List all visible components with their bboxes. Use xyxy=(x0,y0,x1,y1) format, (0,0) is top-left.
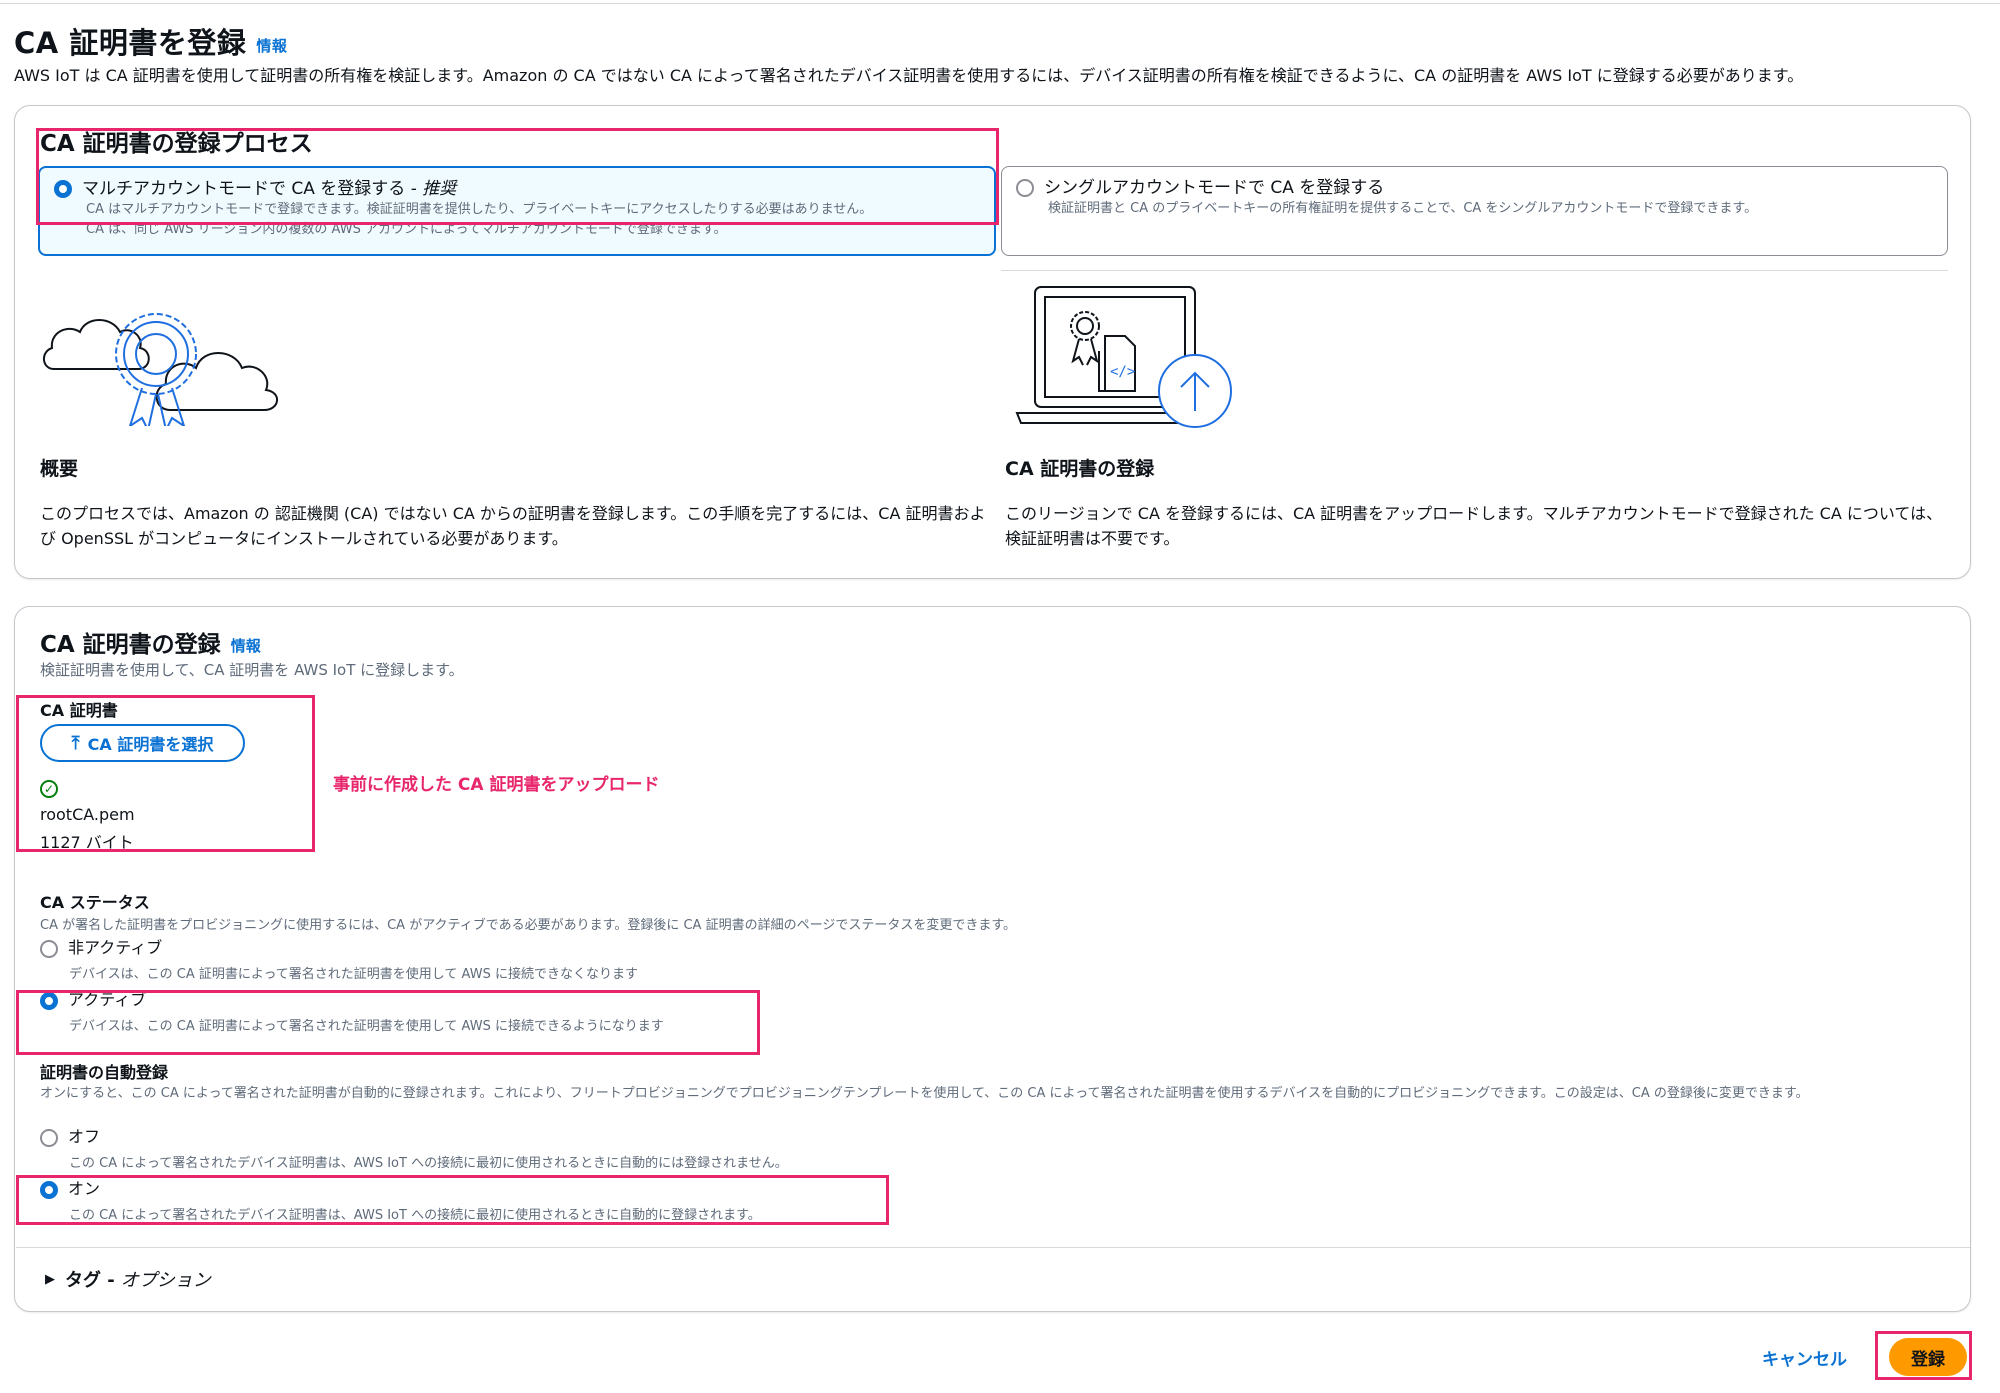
register-button[interactable]: 登録 xyxy=(1889,1338,1967,1376)
auto-off-option[interactable]: オフ xyxy=(40,1127,100,1147)
single-account-radio[interactable] xyxy=(1016,179,1034,197)
upload-annotation: 事前に作成した CA 証明書をアップロード xyxy=(333,775,660,795)
single-account-label: シングルアカウントモードで CA を登録する xyxy=(1044,178,1385,198)
status-inactive-option[interactable]: 非アクティブ xyxy=(40,938,162,958)
ca-status-label: CA ステータス xyxy=(40,893,150,912)
register-title: CA 証明書の登録 情報 xyxy=(40,625,261,659)
laptop-upload-illustration: </> xyxy=(1015,286,1232,428)
tags-divider xyxy=(16,1247,1970,1248)
auto-off-radio[interactable] xyxy=(40,1129,58,1147)
auto-registration-desc: オンにすると、この CA によって署名された証明書が自動的に登録されます。これに… xyxy=(40,1086,1809,1101)
check-circle-icon: ✓ xyxy=(40,780,58,798)
register-description: 検証証明書を使用して、CA 証明書を AWS IoT に登録します。 xyxy=(40,661,464,679)
ca-status-desc: CA が署名した証明書をプロビジョニングに使用するには、CA がアクティブである… xyxy=(40,918,1017,933)
status-inactive-radio[interactable] xyxy=(40,940,58,958)
register-ca-panel: CA 証明書の登録 情報 検証証明書を使用して、CA 証明書を AWS IoT に… xyxy=(14,606,1971,1312)
tags-optional-label: オプション xyxy=(120,1270,211,1291)
status-inactive-label: 非アクティブ xyxy=(68,938,163,957)
tags-label: タグ - xyxy=(65,1270,115,1291)
registration-process-panel: CA 証明書の登録プロセス マルチアカウントモードで CA を登録する - 推奨… xyxy=(14,105,1971,579)
tags-expander[interactable]: ▶ タグ - オプション xyxy=(45,1266,211,1292)
svg-text:</>: </> xyxy=(1110,364,1135,380)
auto-off-desc: この CA によって署名されたデバイス証明書は、AWS IoT への接続に最初に… xyxy=(69,1156,788,1171)
cancel-button[interactable]: キャンセル xyxy=(1762,1345,1847,1370)
status-active-desc: デバイスは、この CA 証明書によって署名された証明書を使用して AWS に接続… xyxy=(69,1019,664,1034)
auto-on-radio[interactable] xyxy=(40,1181,58,1199)
multi-account-tile[interactable]: マルチアカウントモードで CA を登録する - 推奨 CA はマルチアカウントモ… xyxy=(38,166,996,256)
register-title-text: CA 証明書の登録 xyxy=(40,632,221,658)
page-title: CA 証明書を登録 情報 xyxy=(14,20,287,62)
multi-account-radio[interactable] xyxy=(54,180,72,198)
file-name: rootCA.pem xyxy=(40,805,135,824)
register-ca-heading: CA 証明書の登録 xyxy=(1005,458,1155,480)
auto-on-label: オン xyxy=(68,1179,101,1198)
auto-off-label: オフ xyxy=(68,1127,101,1146)
overview-heading: 概要 xyxy=(40,458,79,480)
single-account-tile[interactable]: シングルアカウントモードで CA を登録する 検証証明書と CA のプライベート… xyxy=(1001,166,1948,256)
page-title-text: CA 証明書を登録 xyxy=(14,26,247,60)
status-inactive-desc: デバイスは、この CA 証明書によって署名された証明書を使用して AWS に接続… xyxy=(69,967,638,982)
file-size: 1127 バイト xyxy=(40,833,134,852)
multi-account-desc-2: CA は、同じ AWS リージョン内の複数の AWS アカウントによってマルチア… xyxy=(86,222,727,237)
register-ca-body: このリージョンで CA を登録するには、CA 証明書をアップロードします。マルチ… xyxy=(1005,504,1943,548)
multi-account-label: マルチアカウントモードで CA を登録する - 推奨 xyxy=(82,179,457,199)
tile-divider xyxy=(1001,270,1948,271)
register-info-link[interactable]: 情報 xyxy=(231,637,261,655)
page-description: AWS IoT は CA 証明書を使用して証明書の所有権を検証します。Amazo… xyxy=(14,66,1804,85)
overview-body: このプロセスでは、Amazon の 認証機関 (CA) ではない CA からの証… xyxy=(40,504,986,548)
status-active-option[interactable]: アクティブ xyxy=(40,990,146,1010)
process-title: CA 証明書の登録プロセス xyxy=(40,131,313,157)
info-link[interactable]: 情報 xyxy=(256,37,287,55)
cloud-certificate-illustration xyxy=(43,313,278,426)
auto-on-option[interactable]: オン xyxy=(40,1179,100,1199)
status-active-radio[interactable] xyxy=(40,992,58,1010)
ca-certificate-label: CA 証明書 xyxy=(40,701,118,720)
caret-right-icon: ▶ xyxy=(45,1271,55,1287)
status-active-label: アクティブ xyxy=(68,990,147,1009)
auto-registration-label: 証明書の自動登録 xyxy=(40,1063,169,1082)
auto-on-desc: この CA によって署名されたデバイス証明書は、AWS IoT への接続に最初に… xyxy=(69,1208,761,1223)
multi-account-desc-1: CA はマルチアカウントモードで登録できます。検証証明書を提供したり、プライベー… xyxy=(86,202,873,217)
upload-icon: ⤒ xyxy=(71,732,80,754)
single-account-desc: 検証証明書と CA のプライベートキーの所有権証明を提供することで、CA をシン… xyxy=(1048,201,1758,216)
choose-ca-certificate-button[interactable]: ⤒ CA 証明書を選択 xyxy=(40,724,245,762)
top-border xyxy=(0,3,2000,4)
choose-ca-certificate-label: CA 証明書を選択 xyxy=(87,735,214,754)
